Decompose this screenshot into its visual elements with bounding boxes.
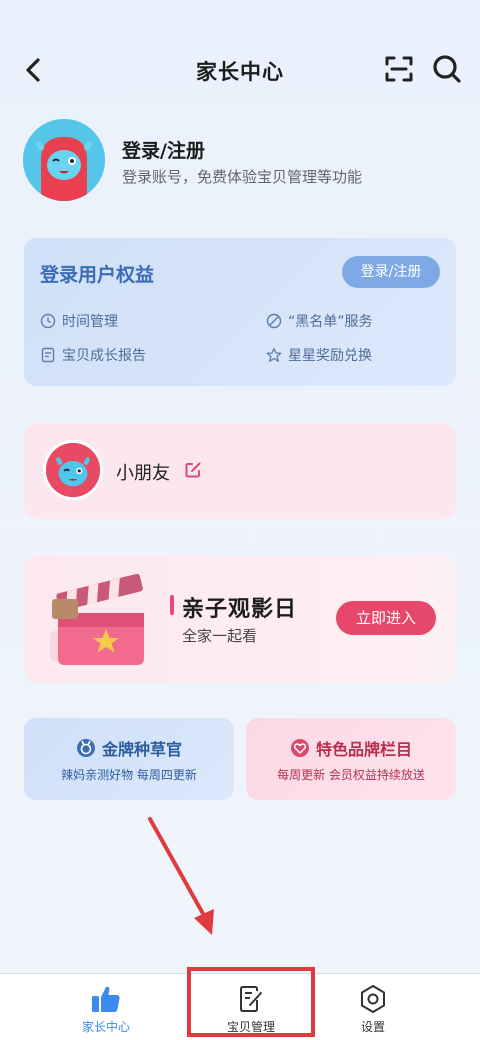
family-movie-day-banner[interactable]: 亲子观影日 全家一起看 立即进入: [24, 555, 456, 683]
nav-parent-center[interactable]: 家长中心: [46, 974, 166, 1040]
enter-now-button[interactable]: 立即进入: [336, 601, 436, 635]
search-button[interactable]: [430, 52, 464, 86]
edit-icon[interactable]: [184, 461, 202, 479]
nav-label: 设置: [360, 1020, 385, 1034]
promo-subtitle: 辣妈亲测好物 每周四更新: [61, 768, 197, 782]
mascot-icon: [46, 443, 100, 497]
movie-day-title: 亲子观影日: [182, 597, 298, 622]
benefits-title: 登录用户权益: [40, 264, 155, 286]
login-subtitle: 登录账号，免费体验宝贝管理等功能: [122, 168, 363, 186]
settings-icon: [361, 985, 385, 1013]
annotation-highlight-box: [187, 967, 315, 1037]
login-register-link[interactable]: 登录/注册: [122, 136, 205, 163]
title-accent-bar: [170, 595, 174, 615]
user-avatar[interactable]: [23, 119, 105, 201]
top-bar: 家长中心: [0, 40, 480, 100]
gold-recommender-card[interactable]: 金牌种草官 辣妈亲测好物 每周四更新: [24, 718, 234, 800]
benefit-item: “黑名单”服务: [266, 311, 373, 331]
promo-title: 特色品牌栏目: [315, 740, 412, 759]
benefit-item: 宝贝成长报告: [40, 345, 146, 365]
benefit-label: 星星奖励兑换: [288, 348, 372, 364]
promo-title: 金牌种草官: [101, 740, 182, 759]
report-icon: [41, 347, 55, 363]
child-avatar: [43, 440, 103, 500]
scan-icon: [385, 56, 413, 82]
child-name: 小朋友: [116, 463, 170, 484]
movie-day-subtitle: 全家一起看: [182, 627, 258, 645]
mascot-icon: [23, 119, 105, 201]
promo-header: 金牌种草官: [24, 736, 234, 760]
parent-center-page: 家长中心 登录/注册 登录账号，免费体验宝贝管理等功能 登录用户权益 登录/注册…: [0, 0, 480, 1040]
benefit-label: “黑名单”服务: [288, 314, 373, 330]
featured-brand-card[interactable]: 特色品牌栏目 每周更新 会员权益持续放送: [246, 718, 456, 800]
benefit-label: 时间管理: [62, 314, 118, 330]
benefit-item: 时间管理: [40, 311, 118, 331]
benefit-item: 星星奖励兑换: [266, 345, 372, 365]
thumbs-up-icon: [92, 986, 120, 1012]
benefits-login-button[interactable]: 登录/注册: [342, 256, 440, 288]
search-icon: [433, 55, 461, 83]
promo-subtitle: 每周更新 会员权益持续放送: [277, 768, 425, 782]
heart-icon: [290, 739, 309, 757]
promo-header: 特色品牌栏目: [246, 736, 456, 760]
ban-icon: [266, 313, 282, 329]
child-profile-card[interactable]: 小朋友: [24, 423, 456, 519]
clapperboard-icon: [50, 573, 144, 665]
nav-label: 家长中心: [81, 1020, 130, 1034]
benefits-card: 登录用户权益 登录/注册 时间管理 “黑名单”服务 宝贝成长报告 星星奖励兑换: [24, 238, 456, 386]
clock-icon: [40, 313, 56, 329]
benefit-label: 宝贝成长报告: [62, 348, 146, 364]
medal-icon: [76, 739, 95, 757]
nav-settings[interactable]: 设置: [313, 974, 433, 1040]
annotation-arrow-icon: [148, 817, 214, 935]
star-icon: [266, 347, 282, 362]
scan-button[interactable]: [382, 52, 416, 86]
